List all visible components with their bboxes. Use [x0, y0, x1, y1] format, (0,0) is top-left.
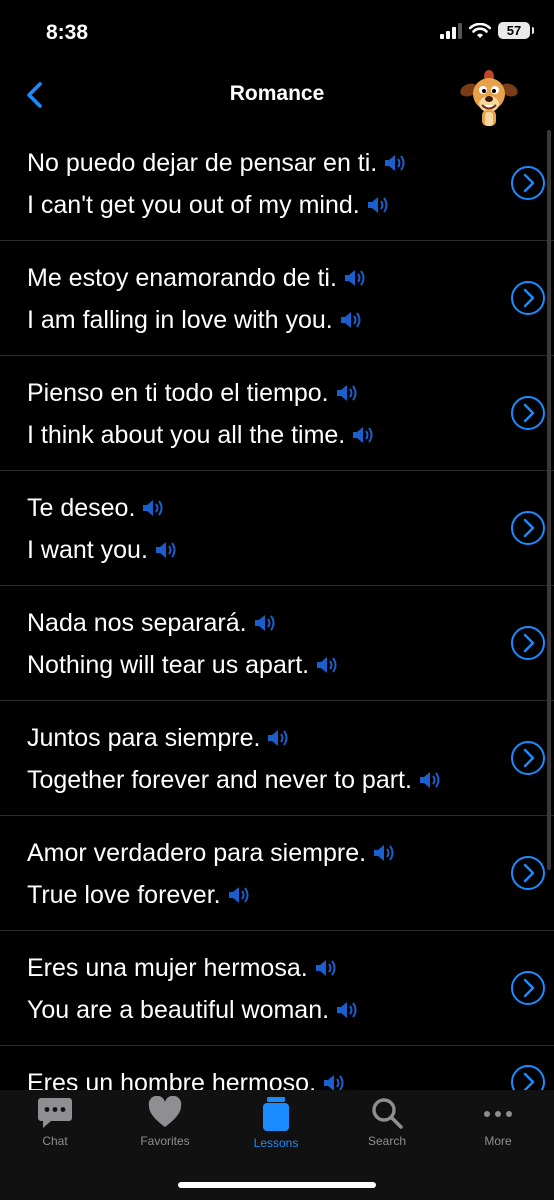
phrase-spanish-text: Pienso en ti todo el tiempo. — [27, 379, 329, 407]
speaker-icon[interactable] — [418, 769, 444, 791]
chat-icon — [38, 1098, 72, 1128]
phrase-english: You are a beautiful woman. — [27, 989, 484, 1031]
chevron-right-circle-icon[interactable] — [510, 740, 546, 776]
tab-lessons[interactable]: Lessons — [221, 1096, 331, 1150]
tab-label: Chat — [42, 1134, 68, 1148]
search-icon — [372, 1098, 403, 1129]
chevron-right-circle-icon[interactable] — [510, 165, 546, 201]
more-icon — [484, 1111, 512, 1117]
tab-label: Search — [367, 1134, 407, 1148]
phrase-english: Together forever and never to part. — [27, 759, 484, 801]
status-icons: 57 — [440, 22, 534, 39]
chevron-right-circle-icon[interactable] — [510, 970, 546, 1006]
scrollbar[interactable] — [547, 130, 551, 870]
phrase-english-text: Together forever and never to part. — [27, 766, 412, 794]
nav-bar: Romance — [0, 66, 554, 126]
phrase-row[interactable]: Pienso en ti todo el tiempo. I think abou… — [0, 356, 554, 471]
phrase-english-text: You are a beautiful woman. — [27, 996, 330, 1024]
speaker-icon[interactable] — [314, 957, 340, 979]
chevron-right-circle-icon[interactable] — [510, 510, 546, 546]
phrase-english: I think about you all the time. — [27, 414, 484, 456]
speaker-icon[interactable] — [315, 654, 341, 676]
tab-label: More — [484, 1134, 512, 1148]
chevron-right-circle-icon[interactable] — [510, 395, 546, 431]
speaker-icon[interactable] — [339, 309, 365, 331]
phrase-english-text: I think about you all the time. — [27, 421, 346, 449]
tab-more[interactable]: More — [443, 1096, 553, 1148]
phrase-spanish-text: Eres un hombre hermoso. — [27, 1069, 317, 1090]
phrase-spanish: No puedo dejar de pensar en ti. — [27, 142, 484, 184]
tab-search[interactable]: Search — [332, 1096, 442, 1148]
speaker-icon[interactable] — [253, 612, 279, 634]
phrase-spanish: Te deseo. — [27, 487, 484, 529]
speaker-icon[interactable] — [351, 424, 377, 446]
phrase-spanish-text: Eres una mujer hermosa. — [27, 954, 308, 982]
phrase-row[interactable]: Amor verdadero para siempre. True love fo… — [0, 816, 554, 931]
phrase-english: Nothing will tear us apart. — [27, 644, 484, 686]
phrase-english: I can't get you out of my mind. — [27, 184, 484, 226]
phrase-spanish-text: Amor verdadero para siempre. — [27, 839, 367, 867]
phrase-list[interactable]: No puedo dejar de pensar en ti. I can't g… — [0, 126, 554, 1090]
phrase-english-text: I want you. — [27, 536, 148, 564]
phrase-spanish: Eres una mujer hermosa. — [27, 947, 484, 989]
phrase-spanish: Amor verdadero para siempre. — [27, 832, 484, 874]
phrase-english-text: I can't get you out of my mind. — [27, 191, 360, 219]
speaker-icon[interactable] — [154, 539, 180, 561]
phrase-spanish-text: No puedo dejar de pensar en ti. — [27, 149, 378, 177]
phrase-spanish: Juntos para siempre. — [27, 717, 484, 759]
phrase-row[interactable]: Juntos para siempre. Together forever and… — [0, 701, 554, 816]
status-bar: 8:38 57 — [0, 0, 554, 66]
phrase-spanish: Pienso en ti todo el tiempo. — [27, 372, 484, 414]
phrase-english-text: True love forever. — [27, 881, 221, 909]
battery-level: 57 — [506, 23, 522, 38]
lessons-icon — [263, 1097, 289, 1131]
speaker-icon[interactable] — [266, 727, 292, 749]
phrase-spanish-text: Nada nos separará. — [27, 609, 247, 637]
phrase-row[interactable]: Eres un hombre hermoso. — [0, 1046, 554, 1090]
tab-favorites[interactable]: Favorites — [110, 1096, 220, 1148]
home-indicator — [178, 1182, 376, 1188]
wifi-icon — [469, 22, 491, 38]
speaker-icon[interactable] — [335, 382, 361, 404]
speaker-icon[interactable] — [383, 152, 409, 174]
status-time: 8:38 — [46, 21, 89, 44]
battery-icon: 57 — [498, 22, 534, 39]
phrase-english: True love forever. — [27, 874, 484, 916]
phrase-spanish-text: Juntos para siempre. — [27, 724, 261, 752]
mascot-logo — [460, 70, 518, 126]
phrase-row[interactable]: Eres una mujer hermosa. You are a beautif… — [0, 931, 554, 1046]
phrase-english-text: I am falling in love with you. — [27, 306, 333, 334]
chevron-right-circle-icon[interactable] — [510, 1064, 546, 1090]
phrase-spanish-text: Te deseo. — [27, 494, 136, 522]
chevron-right-circle-icon[interactable] — [510, 625, 546, 661]
phrase-spanish: Me estoy enamorando de ti. — [27, 257, 484, 299]
tab-label: Lessons — [253, 1136, 299, 1150]
chevron-right-circle-icon[interactable] — [510, 280, 546, 316]
phrase-spanish-text: Me estoy enamorando de ti. — [27, 264, 337, 292]
tab-label: Favorites — [140, 1134, 190, 1148]
heart-icon — [148, 1096, 182, 1127]
speaker-icon[interactable] — [141, 497, 167, 519]
cellular-signal-icon — [440, 22, 462, 39]
tab-chat[interactable]: Chat — [0, 1096, 110, 1148]
phrase-row[interactable]: Me estoy enamorando de ti. I am falling i… — [0, 241, 554, 356]
phrase-english: I am falling in love with you. — [27, 299, 484, 341]
phrase-row[interactable]: No puedo dejar de pensar en ti. I can't g… — [0, 126, 554, 241]
phrase-spanish: Nada nos separará. — [27, 602, 484, 644]
speaker-icon[interactable] — [343, 267, 369, 289]
speaker-icon[interactable] — [335, 999, 361, 1021]
speaker-icon[interactable] — [227, 884, 253, 906]
phrase-spanish: Eres un hombre hermoso. — [27, 1062, 484, 1090]
phrase-english: I want you. — [27, 529, 484, 571]
chevron-right-circle-icon[interactable] — [510, 855, 546, 891]
phrase-row[interactable]: Te deseo. I want you. — [0, 471, 554, 586]
speaker-icon[interactable] — [372, 842, 398, 864]
speaker-icon[interactable] — [366, 194, 392, 216]
speaker-icon[interactable] — [322, 1072, 348, 1090]
phrase-english-text: Nothing will tear us apart. — [27, 651, 310, 679]
phrase-row[interactable]: Nada nos separará. Nothing will tear us a… — [0, 586, 554, 701]
